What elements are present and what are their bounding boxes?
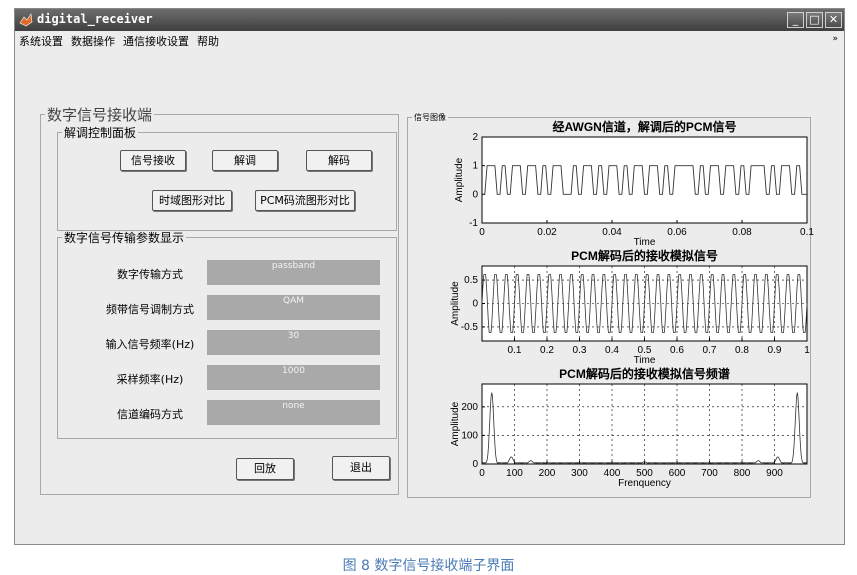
plot-2-xtick-label: 0.9 xyxy=(768,345,782,356)
plot-3-xtick-label: 800 xyxy=(734,468,751,479)
plot-2-xtick-label: 0.1 xyxy=(508,345,522,356)
plot-3-xtick-label: 300 xyxy=(571,468,588,479)
figure-caption: 图 8 数字信号接收端子界面 xyxy=(342,558,515,574)
plot-3-xtick-label: 200 xyxy=(539,468,556,479)
plot-1-xtick-label: 0.02 xyxy=(537,227,557,238)
plot-1-ytick-label: -1 xyxy=(469,218,478,229)
plot-2-ytick-label: 0 xyxy=(472,299,478,310)
plot-2-title: PCM解码后的接收模拟信号 xyxy=(571,248,718,263)
plot-1-xtick-label: 0.06 xyxy=(667,227,687,238)
plot-1-ylabel: Amplitude xyxy=(454,157,465,202)
plot-3-xlabel: Frenquency xyxy=(618,478,671,489)
plot-1-xtick-label: 0.1 xyxy=(800,227,814,238)
plot-3-xtick-label: 0 xyxy=(479,468,485,479)
plot-1-ytick-label: 0 xyxy=(472,189,478,200)
plot-3-title: PCM解码后的接收模拟信号频谱 xyxy=(559,366,730,381)
plot-2-xtick-label: 0.7 xyxy=(703,345,717,356)
plot-1-ytick-label: 2 xyxy=(472,132,478,143)
plot-3-xtick-label: 100 xyxy=(506,468,523,479)
plot-2-xtick-label: 0.6 xyxy=(670,345,684,356)
plot-3-ytick-label: 0 xyxy=(472,459,478,470)
plot-2-xtick-label: 0.4 xyxy=(605,345,619,356)
plot-1-title: 经AWGN信道，解调后的PCM信号 xyxy=(553,119,737,134)
plot-3-xtick-label: 600 xyxy=(669,468,686,479)
plot-2-xtick-label: 1 xyxy=(804,345,810,356)
plot-2-ylabel: Amplitude xyxy=(450,281,461,326)
plot-3-xtick-label: 700 xyxy=(701,468,718,479)
plot-1-xtick-label: 0.04 xyxy=(602,227,622,238)
plot-1-xtick-label: 0.08 xyxy=(732,227,752,238)
plot-1-frame xyxy=(481,136,808,224)
plot-1-xlabel: Time xyxy=(634,237,656,248)
plot-1-ytick-label: 1 xyxy=(472,161,478,172)
plot-area: 经AWGN信道，解调后的PCM信号0 0.02 0.04 0.06 0.08 0.1-10… xyxy=(450,119,814,489)
plot-2-xtick-label: 0.2 xyxy=(540,345,554,356)
plot-3-ytick-label: 100 xyxy=(461,430,478,441)
plot-2-xlabel: Time xyxy=(634,355,656,366)
plot-2-ytick-label: -0.5 xyxy=(461,322,479,333)
plot-1-xtick-label: 0 xyxy=(479,227,485,238)
plot-2-xtick-label: 0.8 xyxy=(735,345,749,356)
plot-2-xtick-label: 0.3 xyxy=(573,345,587,356)
plot-3-ytick-label: 200 xyxy=(461,402,478,413)
plot-3-xtick-label: 900 xyxy=(766,468,783,479)
plot-2-ytick-label: 0.5 xyxy=(464,275,478,286)
plot-3-ylabel: Amplitude xyxy=(450,401,461,446)
